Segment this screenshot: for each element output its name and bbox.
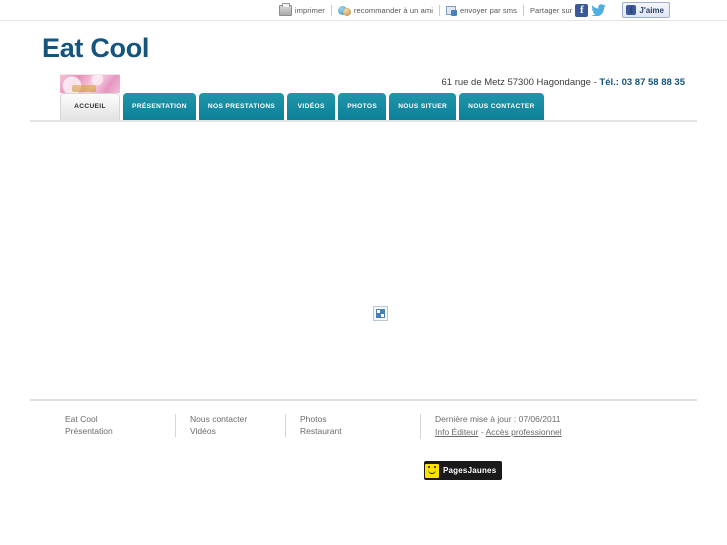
site-footer: Eat Cool Présentation Nous contacter Vid… <box>0 411 727 511</box>
info-editeur-link[interactable]: Info Éditeur <box>435 427 478 437</box>
pagesjaunes-smiley-icon <box>425 463 439 478</box>
tab-presentation-label: PRÉSENTATION <box>132 102 187 110</box>
send-sms-action[interactable]: envoyer par sms <box>440 2 523 19</box>
footer-divider <box>30 399 697 401</box>
footer-meta-links: Info Éditeur - Accès professionnel <box>435 426 562 439</box>
contact-phone-label: Tél.: <box>599 77 619 88</box>
pagesjaunes-logo-text: PagesJaunes <box>443 466 497 475</box>
contact-phone: 03 87 58 88 35 <box>621 77 685 88</box>
tab-photos[interactable]: PHOTOS <box>338 93 387 121</box>
acces-professionnel-link[interactable]: Accès professionnel <box>486 427 562 437</box>
footer-link[interactable]: Nous contacter <box>190 414 271 426</box>
recommend-friend-label: recommander à un ami <box>353 5 433 15</box>
facebook-like-button[interactable]: f J'aime <box>622 2 670 18</box>
tab-accueil-label: ACCUEIL <box>74 102 106 110</box>
tab-presentation[interactable]: PRÉSENTATION <box>123 93 196 121</box>
tab-photos-label: PHOTOS <box>347 102 378 110</box>
footer-link-columns: Eat Cool Présentation Nous contacter Vid… <box>65 414 395 437</box>
send-sms-icon <box>446 5 457 16</box>
footer-column: Photos Restaurant <box>285 414 395 437</box>
page-body: Eat Cool 61 rue de Metz 57300 Hagondange… <box>0 21 727 545</box>
twitter-share-icon[interactable] <box>591 3 607 17</box>
share-toolbar: imprimer recommander à un ami envoyer pa… <box>0 0 727 21</box>
tab-videos[interactable]: VIDÉOS <box>287 93 336 121</box>
tab-nous-situer[interactable]: NOUS SITUER <box>389 93 457 121</box>
tab-nos-prestations[interactable]: NOS PRESTATIONS <box>198 93 285 121</box>
broken-image-placeholder-icon <box>373 306 388 321</box>
main-navigation: ACCUEIL PRÉSENTATION NOS PRESTATIONS VID… <box>60 74 544 121</box>
recommend-friend-icon <box>337 5 351 16</box>
last-update-text: Dernière mise à jour : 07/06/2011 <box>435 414 561 424</box>
tab-nous-situer-label: NOUS SITUER <box>398 102 448 110</box>
contact-info: 61 rue de Metz 57300 Hagondange - Tél.: … <box>441 77 685 88</box>
footer-link[interactable]: Eat Cool <box>65 414 161 426</box>
printer-icon <box>278 2 292 16</box>
tab-videos-label: VIDÉOS <box>297 102 325 110</box>
footer-link[interactable]: Photos <box>300 414 381 426</box>
share-on-group: Partager sur f <box>524 2 612 19</box>
contact-separator: - <box>593 77 597 88</box>
footer-link[interactable]: Restaurant <box>300 426 381 438</box>
footer-meta: Dernière mise à jour : 07/06/2011 Info É… <box>420 414 562 439</box>
print-label: imprimer <box>294 5 325 15</box>
print-action[interactable]: imprimer <box>273 2 331 19</box>
share-actions: imprimer recommander à un ami envoyer pa… <box>273 2 613 19</box>
pagesjaunes-logo[interactable]: PagesJaunes <box>424 461 503 480</box>
header-photo-image <box>60 74 120 93</box>
recommend-friend-action[interactable]: recommander à un ami <box>332 2 439 19</box>
facebook-share-icon[interactable]: f <box>575 3 589 17</box>
share-on-label: Partager sur <box>529 5 573 15</box>
facebook-icon: f <box>626 5 637 15</box>
tab-nous-contacter[interactable]: NOUS CONTACTER <box>459 93 544 121</box>
page-title: Eat Cool <box>42 33 150 63</box>
footer-link[interactable]: Vidéos <box>190 426 271 438</box>
facebook-like-label: J'aime <box>639 5 664 15</box>
main-content <box>0 122 727 399</box>
contact-address: 61 rue de Metz 57300 Hagondange <box>441 77 591 88</box>
send-sms-label: envoyer par sms <box>460 5 517 15</box>
tab-nous-contacter-label: NOUS CONTACTER <box>468 102 535 110</box>
tab-accueil[interactable]: ACCUEIL <box>60 74 120 121</box>
footer-column: Eat Cool Présentation <box>65 414 175 437</box>
footer-links-separator: - <box>480 426 484 437</box>
footer-column: Nous contacter Vidéos <box>175 414 285 437</box>
footer-link[interactable]: Présentation <box>65 426 161 438</box>
tab-nos-prestations-label: NOS PRESTATIONS <box>207 102 276 110</box>
